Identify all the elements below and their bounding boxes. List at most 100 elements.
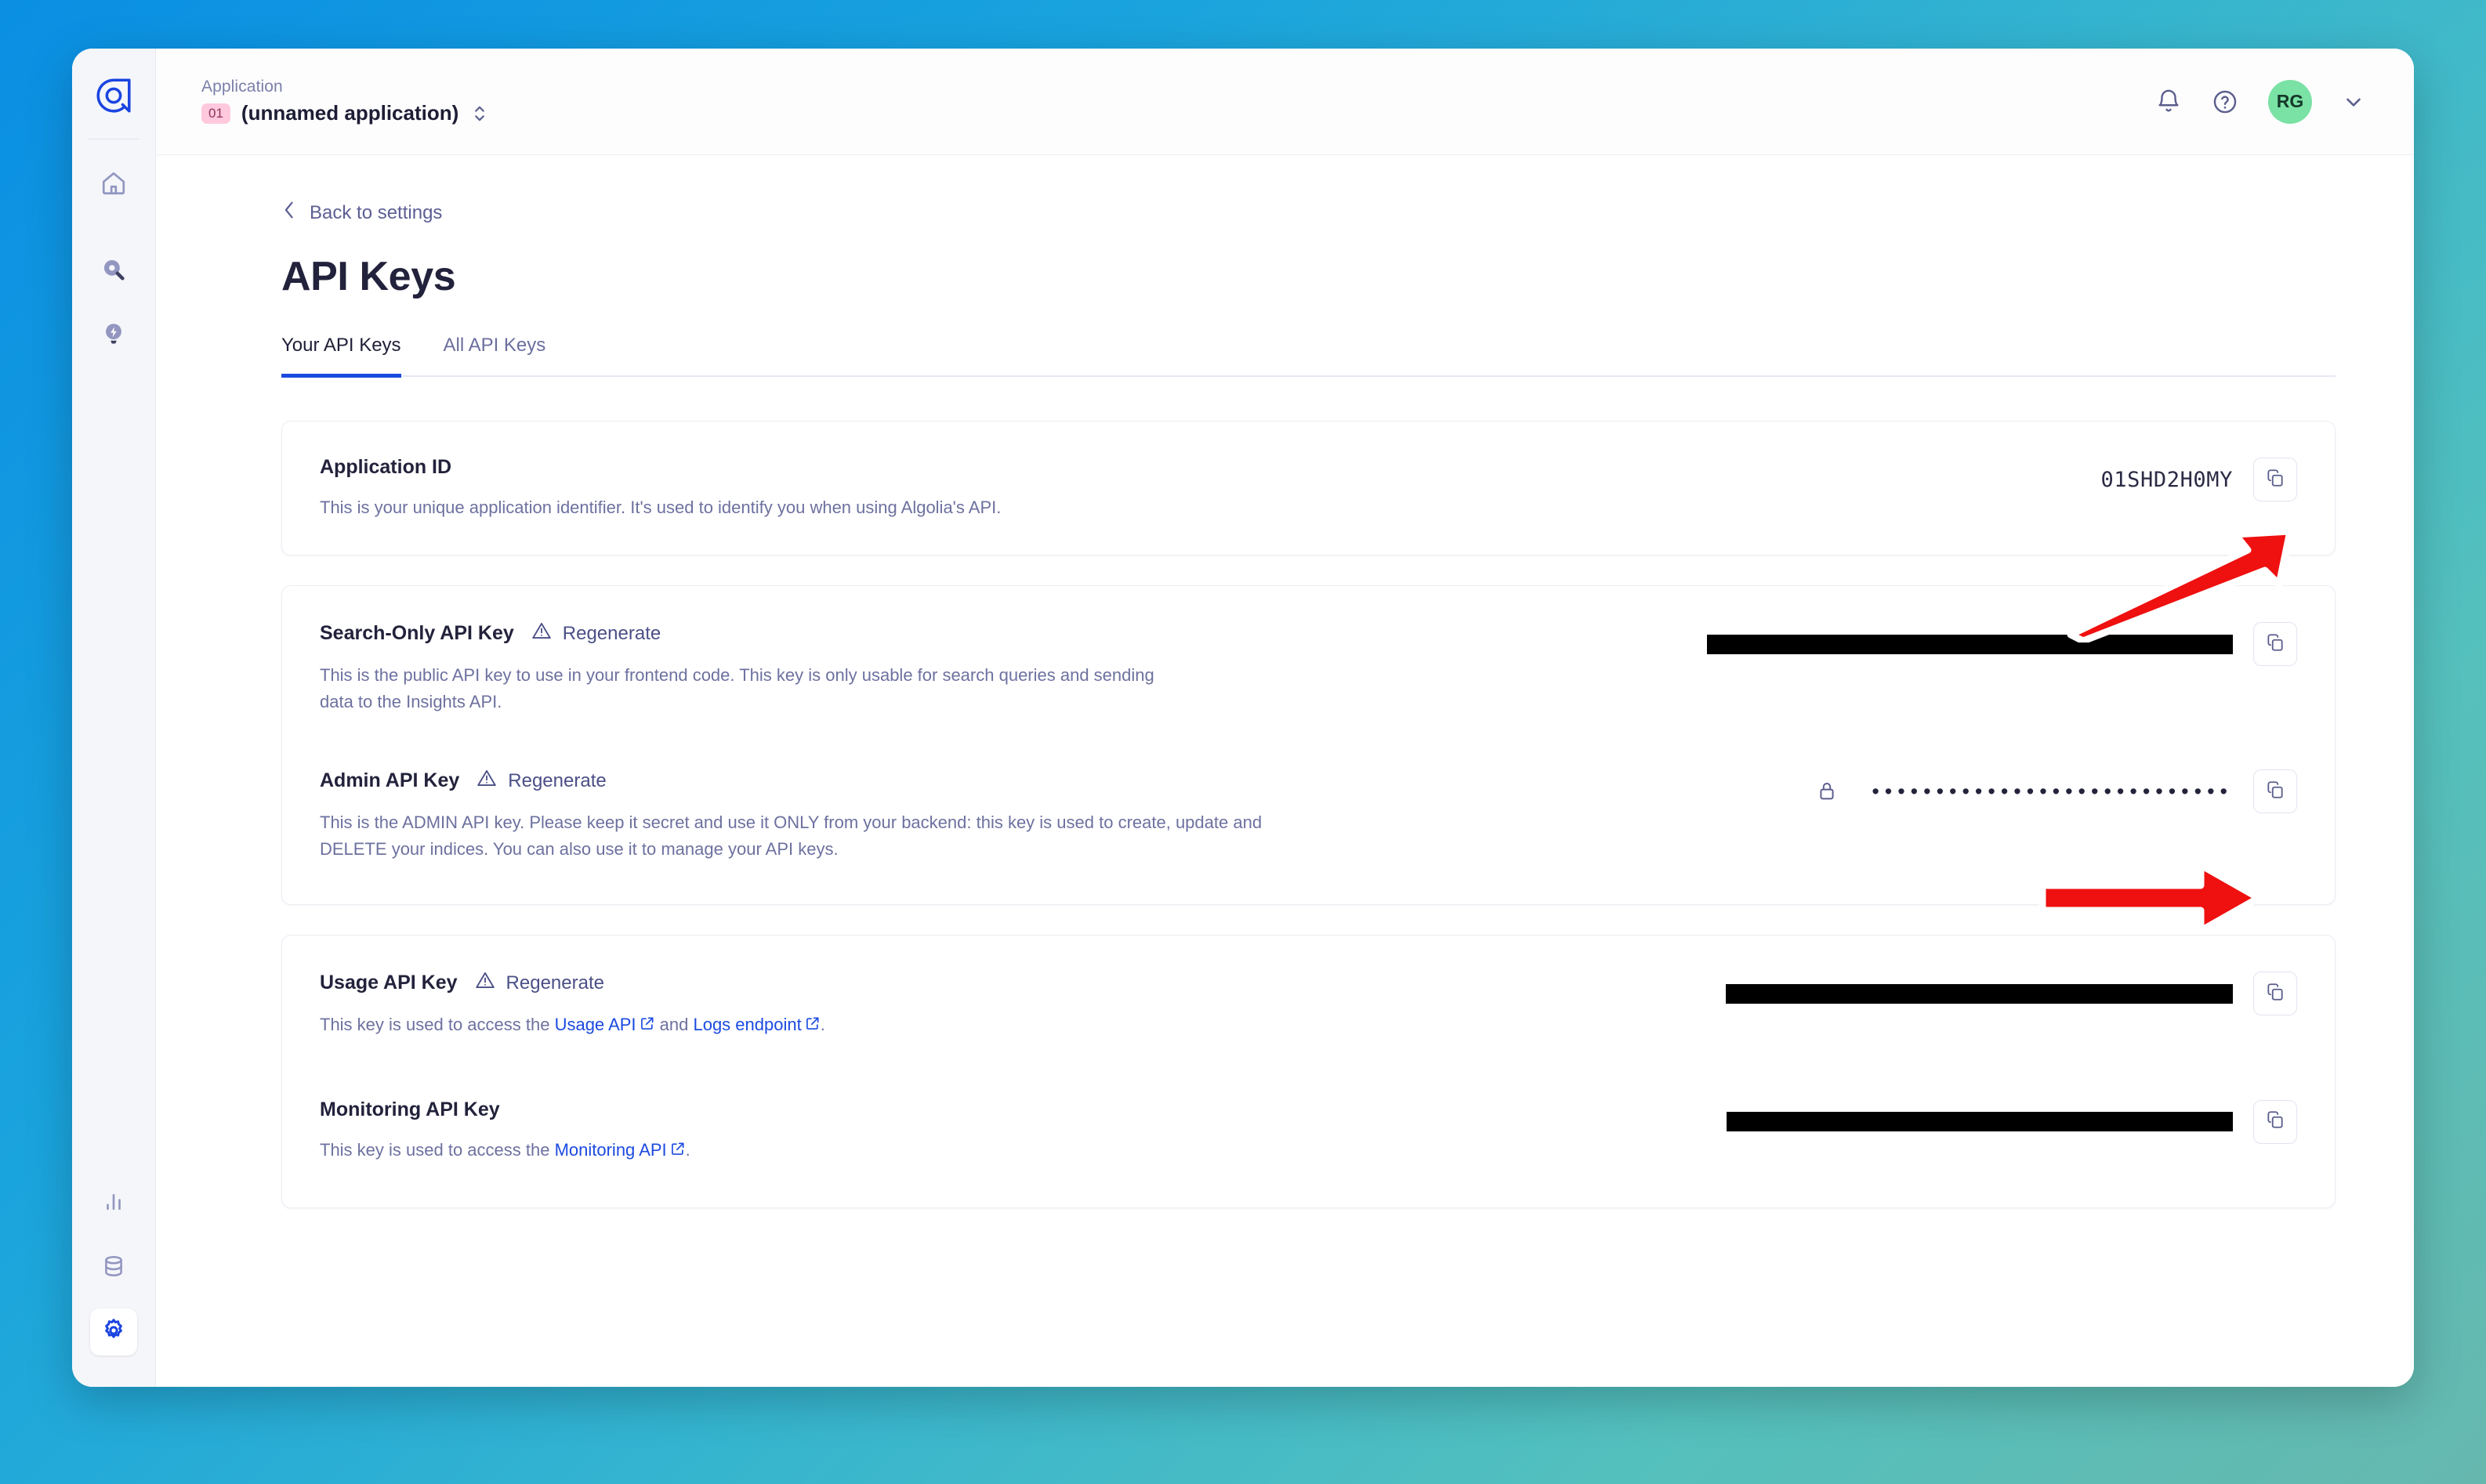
home-icon: [100, 170, 127, 201]
analytics-bars-icon: [102, 1190, 125, 1218]
tab-your-api-keys[interactable]: Your API Keys: [281, 335, 401, 378]
avatar[interactable]: RG: [2268, 79, 2312, 124]
key-info: Application ID This is your unique appli…: [320, 456, 1433, 520]
monitoring-key-redacted-value: [1727, 1112, 2233, 1132]
key-title: Search-Only API Key: [320, 622, 514, 645]
admin-key-masked-value: ••••••••••••••••••••••••••••: [1872, 779, 2233, 803]
application-id-value: 01SHD2H0MY: [2100, 467, 2233, 492]
key-description: This is the public API key to use in you…: [320, 665, 1154, 711]
external-link-icon: [640, 1012, 655, 1038]
desc-text-2: .: [685, 1139, 690, 1160]
key-header: Search-Only API Key Regenerate: [320, 621, 1433, 646]
key-value-area: [1726, 970, 2297, 1016]
key-description: This key is used to access the Monitorin…: [320, 1137, 1433, 1164]
question-circle-icon[interactable]: [2212, 89, 2238, 115]
chevron-left-icon: [281, 199, 297, 226]
key-description: This key is used to access the Usage API…: [320, 1012, 1433, 1038]
desc-text-1: This key is used to access the: [320, 1015, 555, 1035]
key-value-area: [1727, 1099, 2297, 1144]
regenerate-usage-key-button[interactable]: Regenerate: [475, 970, 604, 996]
monitoring-api-link[interactable]: Monitoring API: [555, 1140, 667, 1160]
top-bar-actions: RG: [2155, 79, 2365, 124]
back-to-settings-link[interactable]: Back to settings: [281, 199, 442, 226]
regenerate-label: Regenerate: [506, 972, 604, 994]
regenerate-label: Regenerate: [508, 769, 607, 791]
regenerate-label: Regenerate: [562, 622, 661, 644]
chevron-down-icon[interactable]: [2342, 90, 2365, 114]
sidebar-item-analytics[interactable]: [90, 1180, 137, 1227]
copy-usage-key-button[interactable]: [2253, 972, 2297, 1016]
copy-icon: [2265, 468, 2285, 492]
left-sidebar: [72, 49, 156, 1387]
application-switcher[interactable]: Application 01 (unnamed application): [201, 78, 487, 125]
key-row-search-only-api-key: Search-Only API Key Regenerate This is t…: [320, 586, 2297, 741]
sidebar-bottom-group: [72, 1163, 155, 1356]
lock-icon: [1817, 780, 1837, 802]
key-row-admin-api-key: Admin API Key Regenerate This is the ADM…: [320, 741, 2297, 904]
search-icon: [100, 256, 127, 287]
top-bar: Application 01 (unnamed application) RG: [156, 49, 2414, 155]
external-link-icon: [805, 1012, 821, 1038]
usage-monitoring-keys-card: Usage API Key Regenerate This key is use…: [281, 935, 2336, 1209]
key-header: Application ID: [320, 456, 1433, 479]
application-badge: 01: [201, 103, 230, 124]
algolia-logo-icon[interactable]: [92, 74, 136, 118]
lightning-bulb-icon: [100, 320, 127, 351]
copy-icon: [2265, 1109, 2285, 1134]
key-description: This is your unique application identifi…: [320, 498, 1002, 517]
sidebar-item-search[interactable]: [90, 248, 137, 295]
key-row-usage-api-key: Usage API Key Regenerate This key is use…: [320, 936, 2297, 1068]
key-title: Usage API Key: [320, 972, 458, 994]
key-info: Admin API Key Regenerate This is the ADM…: [320, 768, 1433, 862]
warning-triangle-icon: [531, 621, 552, 646]
sidebar-item-settings[interactable]: [90, 1308, 137, 1356]
key-title: Application ID: [320, 456, 452, 478]
key-value-area: [1707, 621, 2297, 667]
regenerate-search-only-key-button[interactable]: Regenerate: [531, 621, 661, 646]
logs-endpoint-link[interactable]: Logs endpoint: [693, 1015, 801, 1034]
key-row-monitoring-api-key: Monitoring API Key This key is used to a…: [320, 1069, 2297, 1207]
key-title: Monitoring API Key: [320, 1098, 500, 1120]
key-description: This is the ADMIN API key. Please keep i…: [320, 813, 1263, 859]
desc-text-3: .: [820, 1015, 825, 1035]
chevron-up-down-icon[interactable]: [473, 102, 487, 125]
bell-icon[interactable]: [2155, 89, 2182, 115]
regenerate-admin-key-button[interactable]: Regenerate: [477, 768, 607, 794]
key-title: Admin API Key: [320, 769, 460, 792]
key-value-area: ••••••••••••••••••••••••••••: [1817, 768, 2297, 814]
database-icon: [101, 1254, 126, 1283]
external-link-icon: [670, 1138, 686, 1164]
back-to-settings-label: Back to settings: [310, 201, 443, 223]
application-selector-row[interactable]: 01 (unnamed application): [201, 101, 487, 125]
sidebar-item-data-sources[interactable]: [90, 1244, 137, 1291]
key-header: Admin API Key Regenerate: [320, 768, 1433, 794]
key-value-area: 01SHD2H0MY: [2100, 456, 2297, 501]
copy-monitoring-key-button[interactable]: [2253, 1099, 2297, 1144]
warning-triangle-icon: [477, 768, 497, 794]
application-id-card: Application ID This is your unique appli…: [281, 421, 2336, 556]
application-label: Application: [201, 78, 283, 96]
page-title: API Keys: [281, 254, 456, 299]
desc-text-2: and: [654, 1015, 694, 1035]
copy-icon: [2265, 632, 2285, 657]
copy-icon: [2265, 982, 2285, 1006]
tab-all-api-keys[interactable]: All API Keys: [444, 335, 546, 378]
gear-icon: [100, 1317, 127, 1348]
warning-triangle-icon: [475, 970, 495, 996]
copy-icon: [2265, 780, 2285, 804]
usage-key-redacted-value: [1726, 983, 2233, 1004]
key-info: Monitoring API Key This key is used to a…: [320, 1099, 1433, 1164]
sidebar-item-home[interactable]: [90, 161, 137, 208]
copy-search-only-key-button[interactable]: [2253, 622, 2297, 667]
application-name: (unnamed application): [241, 101, 459, 125]
usage-api-link[interactable]: Usage API: [555, 1015, 636, 1034]
page-content: Back to settings API Keys Your API Keys …: [156, 155, 2414, 1387]
sidebar-item-recommend[interactable]: [90, 312, 137, 359]
app-window: Application 01 (unnamed application) RG …: [72, 49, 2414, 1387]
key-info: Search-Only API Key Regenerate This is t…: [320, 621, 1433, 715]
copy-admin-key-button[interactable]: [2253, 769, 2297, 814]
copy-application-id-button[interactable]: [2253, 458, 2297, 501]
tab-bar: Your API Keys All API Keys: [281, 335, 2336, 378]
search-admin-keys-card: Search-Only API Key Regenerate This is t…: [281, 585, 2336, 906]
main-column: Application 01 (unnamed application) RG …: [156, 49, 2414, 1387]
